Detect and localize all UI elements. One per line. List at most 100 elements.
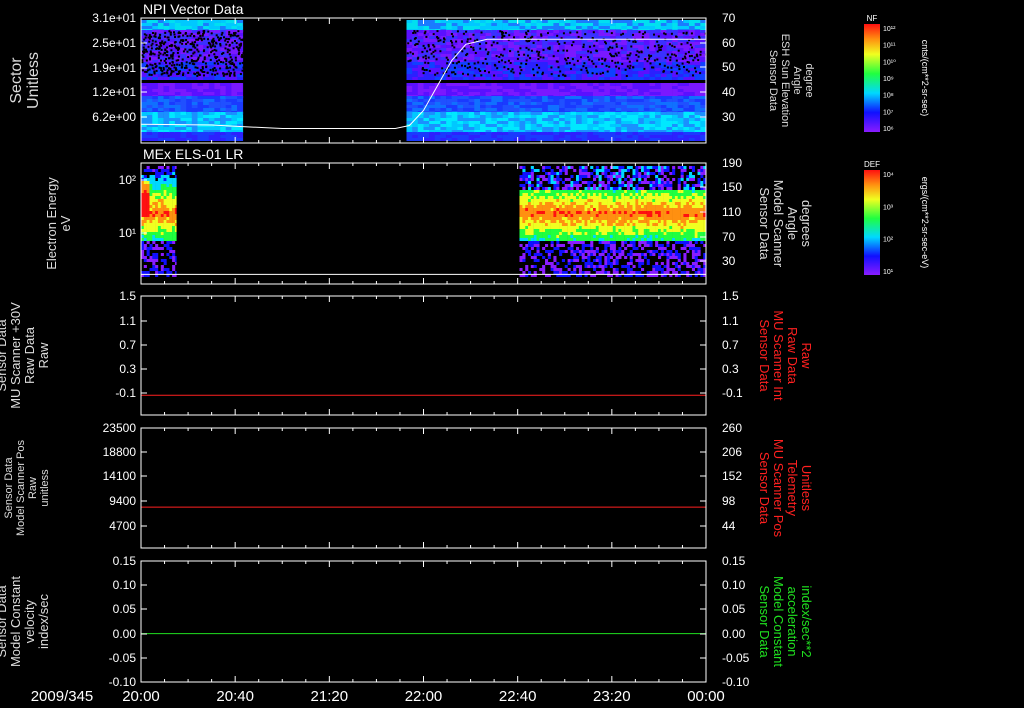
right-axis-label: Sensor Data — [757, 585, 772, 658]
y2-tick-label: 0.15 — [722, 554, 746, 568]
panel-frame-3 — [140, 295, 707, 416]
y2-tick-label: 44 — [722, 519, 736, 533]
left-axis-label: Unitless — [25, 52, 42, 109]
left-axis-label: Model Constant — [8, 576, 23, 667]
y2-tick-label: 1.5 — [722, 289, 739, 303]
left-axis-label: MU Scanner +30V — [8, 302, 23, 409]
right-axis-label: Unitless — [799, 465, 814, 512]
y-tick-label: 9400 — [109, 494, 136, 508]
y-tick-label: 10¹ — [119, 226, 136, 240]
y2-tick-label: -0.05 — [722, 651, 750, 665]
colorbar-unit: ergs/(cm**2-sr-sec-eV) — [920, 177, 930, 269]
y2-tick-label: 60 — [722, 36, 736, 50]
y2-tick-label: 206 — [722, 445, 742, 459]
y-tick-label: 1.5 — [119, 289, 136, 303]
y-tick-label: 23500 — [103, 421, 137, 435]
left-axis-label: eV — [58, 215, 73, 231]
time-tick-label: 00:00 — [687, 688, 725, 705]
colorbar-tick: 10⁹ — [883, 76, 894, 83]
right-axis-label: Model Constant — [771, 576, 786, 667]
colorbar-tick: 10¹⁰ — [883, 58, 896, 66]
y-tick-label: 0.05 — [113, 602, 137, 616]
y2-tick-label: 110 — [722, 205, 741, 219]
right-axis-label: Sensor Data — [757, 452, 772, 525]
y-tick-label: 0.00 — [113, 627, 137, 641]
y-tick-label: 3.1e+01 — [92, 11, 136, 25]
left-axis-label: Raw — [27, 477, 39, 499]
y2-tick-label: 98 — [722, 494, 736, 508]
right-axis-label: ESH Sun Elevation — [779, 34, 791, 128]
y-tick-label: 0.3 — [119, 362, 136, 376]
right-axis-label: Sensor Data — [757, 319, 772, 392]
y2-tick-label: 1.1 — [722, 314, 739, 328]
right-axis-label: index/sec**2 — [799, 585, 814, 657]
plot-canvas: NPI Vector Data 3.1e+01 2.5e+01 1.9e+01 1.2e… — [0, 1, 930, 705]
y2-tick-label: 0.7 — [722, 338, 739, 352]
y2-tick-label: -0.10 — [722, 675, 750, 689]
time-tick-label: 20:40 — [216, 688, 254, 705]
right-axis-label: Angle — [785, 207, 800, 240]
colorbar-label: DEF — [864, 160, 880, 169]
panel-title: NPI Vector Data — [143, 1, 244, 17]
right-axis-label: Sensor Data — [757, 187, 772, 260]
colorbar-tick: 10² — [883, 237, 894, 244]
time-tick-label: 21:20 — [311, 688, 349, 705]
y-tick-label: -0.05 — [109, 651, 137, 665]
panel-title: MEx ELS-01 LR — [143, 146, 243, 162]
y2-tick-label: 0.00 — [722, 627, 746, 641]
right-axis-label: Sensor Data — [767, 50, 779, 112]
right-axis-label: Model Scanner — [771, 180, 786, 268]
colorbar-tick: 10¹ — [883, 269, 894, 276]
y-tick-label: -0.1 — [115, 386, 136, 400]
y-tick-label: 2.5e+01 — [92, 36, 136, 50]
right-axis-label: Telemetry — [785, 460, 800, 517]
y2-tick-label: 0.10 — [722, 578, 746, 592]
time-tick-label: 20:00 — [122, 688, 160, 705]
y2-tick-label: 40 — [722, 85, 736, 99]
left-axis-label: Electron Energy — [44, 177, 59, 270]
left-axis-label: Raw Data — [22, 326, 37, 384]
right-axis-label: Raw Data — [785, 327, 800, 385]
y2-tick-label: 30 — [722, 110, 736, 124]
y2-tick-label: -0.1 — [722, 386, 743, 400]
right-axis-label: MU Scanner Int — [771, 310, 786, 401]
y2-tick-label: 152 — [722, 469, 742, 483]
time-tick-label: 22:00 — [405, 688, 443, 705]
y2-tick-label: 70 — [722, 230, 736, 244]
y-tick-label: 4700 — [109, 519, 136, 533]
panel-frame-4 — [140, 427, 707, 549]
colorbar-tick: 10⁷ — [883, 109, 894, 116]
panel-frame-5 — [140, 560, 707, 683]
y-tick-label: 14100 — [103, 469, 137, 483]
right-axis-label: acceleration — [785, 586, 800, 656]
time-tick-label: 22:40 — [499, 688, 537, 705]
colorbar-tick: 10¹¹ — [883, 43, 896, 50]
y-tick-label: 1.9e+01 — [92, 61, 136, 75]
colorbar-tick: 10⁴ — [883, 172, 894, 179]
y2-tick-label: 0.05 — [722, 602, 746, 616]
colorbar-tick: 10¹² — [883, 26, 896, 33]
colorbar-label: NF — [867, 14, 878, 23]
y2-tick-label: 190 — [722, 156, 742, 170]
y-tick-label: 18800 — [103, 445, 137, 459]
left-axis-label: Model Scanner Pos — [15, 440, 27, 536]
right-axis-label: Raw — [799, 342, 814, 369]
time-tick-label: 23:20 — [593, 688, 631, 705]
y-tick-label: 0.7 — [119, 338, 136, 352]
colorbar-tick: 10⁶ — [883, 126, 894, 133]
npi-spectrogram — [141, 20, 708, 141]
right-axis-label: degree — [803, 63, 815, 97]
y2-tick-label: 30 — [722, 254, 736, 268]
right-axis-label: MU Scanner Pos — [771, 439, 786, 538]
y-tick-label: -0.10 — [109, 675, 137, 689]
y2-tick-label: 50 — [722, 60, 736, 74]
right-axis-label: degrees — [799, 200, 814, 247]
colorbar-tick: 10⁸ — [883, 93, 894, 100]
y-tick-label: 10² — [119, 173, 136, 187]
y-tick-label: 0.15 — [113, 554, 137, 568]
colorbar-unit: cnts/(cm**2-sr-sec) — [920, 40, 930, 117]
y2-tick-label: 260 — [722, 421, 742, 435]
left-axis-label: index/sec — [36, 594, 51, 649]
left-axis-label: velocity — [22, 599, 37, 643]
right-axis-label: Angle — [791, 66, 803, 94]
